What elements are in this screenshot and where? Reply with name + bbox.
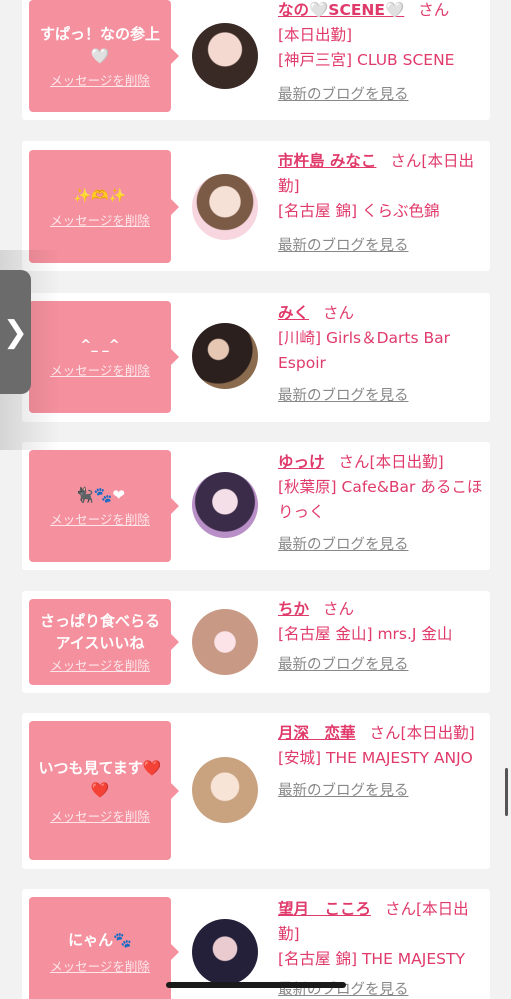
message-text: にゃん🐾 [68,931,132,949]
avatar[interactable] [192,757,258,823]
honorific: さん [323,304,355,322]
profile-info: ゆっけ さん[本日出勤] [秋葉原] Cafe&Bar あるこほりっく 最新のブロ… [278,450,486,558]
list-item: ✨🫶✨ メッセージを削除 市杵島 みなこ さん[本日出勤] [名古屋 錦] くらぶ… [22,141,490,271]
message-bubble: 🐈‍⬛🐾❤ メッセージを削除 [29,450,179,562]
status-text: [本日出勤] [278,26,353,44]
avatar[interactable] [192,919,258,985]
shop-text: [秋葉原] Cafe&Bar あるこほりっく [278,478,483,521]
message-bubble: さっぱり食べらるアイスいいね メッセージを削除 [29,599,179,685]
message-bubble: にゃん🐾 メッセージを削除 [29,897,179,999]
shop-text: [川崎] Girls＆Darts Bar Espoir [278,329,450,372]
message-text: ✨🫶✨ [73,187,127,204]
honorific: さん [338,453,370,471]
avatar[interactable] [192,174,258,240]
delete-message-link[interactable]: メッセージを削除 [50,512,150,528]
message-text: いつも見てます❤️❤️ [38,758,162,799]
shop-text: [安城] THE MAJESTY ANJO [278,749,473,767]
profile-name-link[interactable]: ゆっけ [278,453,325,471]
avatar[interactable] [192,23,258,89]
message-bubble: すぱっ！なの参上🤍 メッセージを削除 [29,0,179,112]
delete-message-link[interactable]: メッセージを削除 [50,363,150,379]
message-text: すぱっ！なの参上🤍 [39,25,160,65]
message-bubble: ✨🫶✨ メッセージを削除 [29,150,179,263]
delete-message-link[interactable]: メッセージを削除 [50,73,150,89]
status-text: [本日出勤] [369,453,444,471]
shop-text: [名古屋 錦] THE MAJESTY [278,950,465,968]
avatar[interactable] [192,609,258,675]
latest-blog-link[interactable]: 最新のブログを見る [278,779,486,804]
list-item: いつも見てます❤️❤️ メッセージを削除 月深 恋華 さん[本日出勤] [安城] … [22,713,490,869]
profile-info: ちか さん [名古屋 金山] mrs.J 金山 最新のブログを見る [278,597,486,678]
shop-text: [名古屋 錦] くらぶ色錦 [278,202,440,220]
profile-name-link[interactable]: みく [278,304,309,322]
honorific: さん [418,1,450,19]
chevron-right-icon: ❯ [2,314,29,350]
latest-blog-link[interactable]: 最新のブログを見る [278,234,486,259]
list-item: 🐈‍⬛🐾❤ メッセージを削除 ゆっけ さん[本日出勤] [秋葉原] Cafe&Ba… [22,442,490,570]
latest-blog-link[interactable]: 最新のブログを見る [278,384,486,409]
side-panel-toggle[interactable]: ❯ [0,270,31,394]
list-item: ^_ _^ メッセージを削除 みく さん [川崎] Girls＆Darts Bar… [22,293,490,422]
latest-blog-link[interactable]: 最新のブログを見る [278,83,486,108]
profile-name-link[interactable]: ちか [278,600,309,618]
honorific: さん [369,724,401,742]
message-text: ^_ _^ [80,338,120,353]
profile-name-link[interactable]: 市杵島 みなこ [278,152,376,170]
profile-name-link[interactable]: 望月 こころ [278,900,371,918]
list-item: さっぱり食べらるアイスいいね メッセージを削除 ちか さん [名古屋 金山] mr… [22,591,490,693]
message-bubble: いつも見てます❤️❤️ メッセージを削除 [29,721,179,860]
profile-info: 市杵島 みなこ さん[本日出勤] [名古屋 錦] くらぶ色錦 最新のブログを見る [278,149,486,259]
delete-message-link[interactable]: メッセージを削除 [50,658,150,674]
avatar[interactable] [192,472,258,538]
avatar[interactable] [192,323,258,389]
honorific: さん [323,600,355,618]
honorific: さん [390,152,422,170]
latest-blog-link[interactable]: 最新のブログを見る [278,533,486,558]
delete-message-link[interactable]: メッセージを削除 [50,959,150,975]
list-item: すぱっ！なの参上🤍 メッセージを削除 なの🤍SCENE🤍 さん [本日出勤] [神… [22,0,490,120]
home-indicator[interactable] [166,982,346,988]
status-text: [本日出勤] [400,724,475,742]
profile-name-link[interactable]: 月深 恋華 [278,724,356,742]
latest-blog-link[interactable]: 最新のブログを見る [278,653,486,678]
profile-name-link[interactable]: なの🤍SCENE🤍 [278,1,404,19]
scrollbar[interactable] [505,768,508,816]
shop-text: [神戸三宮] CLUB SCENE [278,51,455,69]
message-text: さっぱり食べらるアイスいいね [39,612,160,652]
message-text: 🐈‍⬛🐾❤ [75,486,125,504]
shop-text: [名古屋 金山] mrs.J 金山 [278,625,453,643]
delete-message-link[interactable]: メッセージを削除 [50,213,150,229]
profile-info: 月深 恋華 さん[本日出勤] [安城] THE MAJESTY ANJO 最新のブ… [278,721,486,804]
honorific: さん [385,900,417,918]
delete-message-link[interactable]: メッセージを削除 [50,809,150,825]
profile-info: みく さん [川崎] Girls＆Darts Bar Espoir 最新のブログを… [278,301,486,409]
profile-info: なの🤍SCENE🤍 さん [本日出勤] [神戸三宮] CLUB SCENE 最新の… [278,0,486,108]
